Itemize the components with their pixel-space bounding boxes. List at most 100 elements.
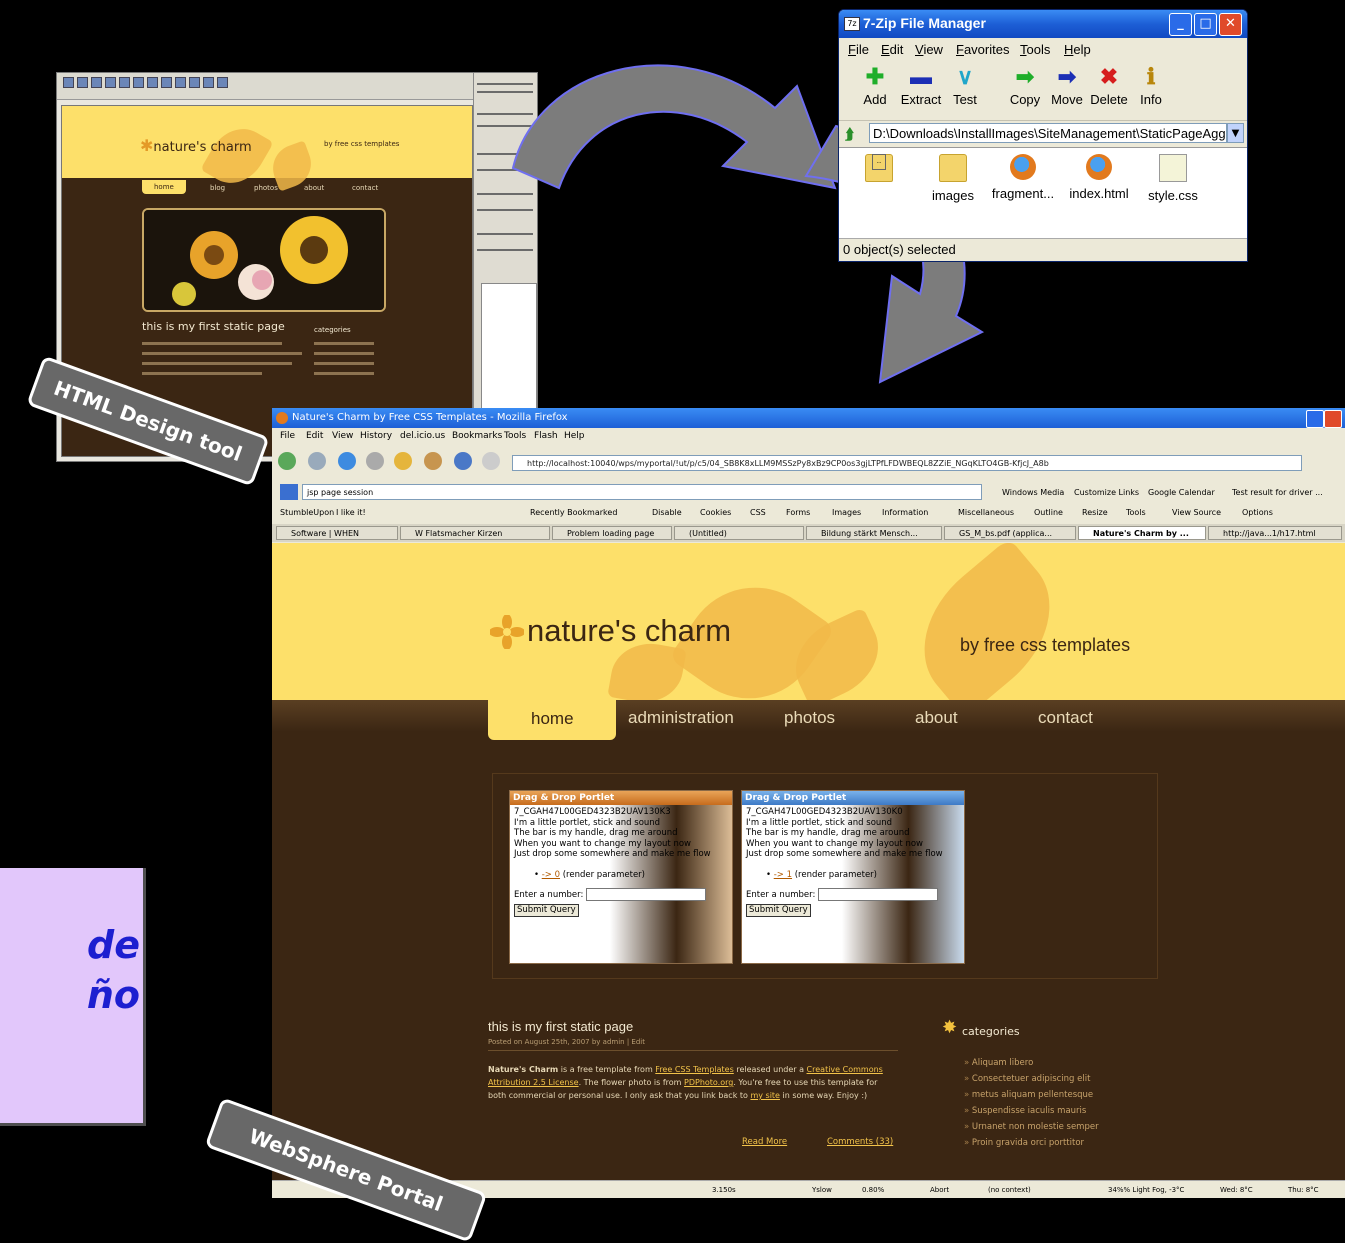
browser-tab[interactable]: Software | WHEN	[276, 526, 398, 540]
toolbar-icon[interactable]	[105, 77, 116, 88]
menu-view[interactable]: View	[915, 42, 943, 57]
sevenzip-titlebar[interactable]: 7z 7-Zip File Manager _ □ ✕	[839, 10, 1247, 38]
forward-icon[interactable]	[308, 452, 326, 470]
toolbar-icon[interactable]	[189, 77, 200, 88]
home-icon[interactable]	[394, 452, 412, 470]
addon-icon[interactable]	[454, 452, 472, 470]
nav-administration[interactable]: administration	[628, 708, 734, 728]
bookmark-link[interactable]: CSS	[750, 508, 766, 517]
up-folder-icon[interactable]: ⮭	[845, 125, 854, 143]
bookmark-link[interactable]: Tools	[1126, 508, 1146, 517]
file-item-fragment[interactable]: fragment...	[985, 154, 1061, 201]
design-nav-home[interactable]: home	[142, 180, 186, 194]
menu-flash[interactable]: Flash	[534, 431, 558, 441]
drag-drop-portlet[interactable]: Drag & Drop Portlet 7_CGAH47L00GED4323B2…	[509, 790, 733, 964]
file-item-images[interactable]: images	[915, 154, 991, 203]
close-button[interactable]	[1324, 410, 1342, 428]
url-input[interactable]: http://localhost:10040/wps/myportal/!ut/…	[512, 455, 1302, 471]
portlet-header[interactable]: Drag & Drop Portlet	[510, 791, 732, 805]
toolbar-icon[interactable]	[77, 77, 88, 88]
menu-favorites[interactable]: Favorites	[956, 42, 1009, 57]
bookmark-link[interactable]: I like it!	[336, 508, 366, 517]
design-nav-photos[interactable]: photos	[254, 184, 278, 192]
design-nav-contact[interactable]: contact	[352, 184, 378, 192]
bookmark-link[interactable]: Windows Media	[1002, 488, 1064, 497]
nav-photos[interactable]: photos	[784, 708, 835, 728]
menu-file[interactable]: File	[280, 431, 295, 441]
google-icon[interactable]	[280, 484, 298, 500]
menu-tools[interactable]: Tools	[504, 431, 526, 441]
drag-drop-portlet[interactable]: Drag & Drop Portlet 7_CGAH47L00GED4323B2…	[741, 790, 965, 964]
bookmark-link[interactable]: Forms	[786, 508, 810, 517]
menu-edit[interactable]: Edit	[881, 42, 903, 57]
menu-file[interactable]: File	[848, 42, 869, 57]
bookmark-link[interactable]: Cookies	[700, 508, 731, 517]
copy-button[interactable]: ➡ Copy	[1001, 62, 1049, 116]
bookmark-link[interactable]: Options	[1242, 508, 1273, 517]
rss-icon[interactable]	[482, 452, 500, 470]
read-more-link[interactable]: Read More	[742, 1137, 787, 1147]
toolbar-icon[interactable]	[147, 77, 158, 88]
toolbar-icon[interactable]	[119, 77, 130, 88]
nav-home[interactable]: home	[531, 709, 574, 729]
bookmark-link[interactable]: Recently Bookmarked	[530, 508, 617, 517]
add-button[interactable]: ✚ Add	[851, 62, 899, 116]
post-link[interactable]: Free CSS Templates	[655, 1065, 733, 1074]
submit-query-button[interactable]: Submit Query	[514, 904, 579, 917]
render-param-link[interactable]: -> 0	[542, 870, 560, 880]
cookie-icon[interactable]	[424, 452, 442, 470]
post-link[interactable]: PDPhoto.org	[684, 1078, 733, 1087]
bookmark-link[interactable]: StumbleUpon	[280, 508, 334, 517]
menu-delicious[interactable]: del.icio.us	[400, 431, 445, 441]
chevron-down-icon[interactable]: ▼	[1227, 123, 1244, 143]
comments-link[interactable]: Comments (33)	[827, 1137, 893, 1147]
close-button[interactable]: ✕	[1219, 13, 1242, 36]
minimize-button[interactable]: _	[1169, 13, 1192, 36]
category-link[interactable]: metus aliquam pellentesque	[964, 1087, 1144, 1103]
menu-edit[interactable]: Edit	[306, 431, 323, 441]
nav-contact[interactable]: contact	[1038, 708, 1093, 728]
design-nav-blog[interactable]: blog	[210, 184, 225, 192]
maximize-button[interactable]: □	[1194, 13, 1217, 36]
submit-query-button[interactable]: Submit Query	[746, 904, 811, 917]
browser-tab[interactable]: GS_M_bs.pdf (applica...	[944, 526, 1076, 540]
portlet-header[interactable]: Drag & Drop Portlet	[742, 791, 964, 805]
menu-help[interactable]: Help	[1064, 42, 1091, 57]
menu-history[interactable]: History	[360, 431, 392, 441]
back-icon[interactable]	[278, 452, 296, 470]
menu-view[interactable]: View	[332, 431, 353, 441]
category-link[interactable]: Aliquam libero	[964, 1055, 1144, 1071]
menu-help[interactable]: Help	[564, 431, 585, 441]
bookmark-link[interactable]: View Source	[1172, 508, 1221, 517]
stop-icon[interactable]	[366, 452, 384, 470]
render-param-link[interactable]: -> 1	[774, 870, 792, 880]
bookmark-link[interactable]: Outline	[1034, 508, 1063, 517]
file-item-parent[interactable]: ..	[841, 154, 917, 182]
number-input[interactable]	[586, 888, 707, 901]
delete-button[interactable]: ✖ Delete	[1085, 62, 1133, 116]
bookmark-link[interactable]: Google Calendar	[1148, 488, 1215, 497]
file-item-index[interactable]: index.html	[1061, 154, 1137, 201]
category-link[interactable]: Consectetuer adipiscing elit	[964, 1071, 1144, 1087]
test-button[interactable]: ∨ Test	[941, 62, 989, 116]
post-link[interactable]: my site	[750, 1091, 780, 1100]
browser-tab-active[interactable]: Nature's Charm by ...	[1078, 526, 1206, 540]
bookmark-link[interactable]: Miscellaneous	[958, 508, 1014, 517]
toolbar-icon[interactable]	[203, 77, 214, 88]
category-link[interactable]: Proin gravida orci porttitor	[964, 1135, 1144, 1151]
toolbar-icon[interactable]	[91, 77, 102, 88]
browser-tab[interactable]: W Flatsmacher Kirzen	[400, 526, 550, 540]
move-button[interactable]: ➡ Move	[1043, 62, 1091, 116]
browser-tab[interactable]: http://java...1/h17.html	[1208, 526, 1342, 540]
bookmark-link[interactable]: Information	[882, 508, 928, 517]
number-input[interactable]	[818, 888, 939, 901]
toolbar-icon[interactable]	[161, 77, 172, 88]
menu-tools[interactable]: Tools	[1020, 42, 1050, 57]
info-button[interactable]: ℹ Info	[1127, 62, 1175, 116]
menu-bookmarks[interactable]: Bookmarks	[452, 431, 502, 441]
browser-tab[interactable]: Bildung stärkt Mensch...	[806, 526, 942, 540]
browser-tab[interactable]: (Untitled)	[674, 526, 804, 540]
minimize-button[interactable]	[1306, 410, 1324, 428]
toolbar-icon[interactable]	[217, 77, 228, 88]
bookmark-link[interactable]: Customize Links	[1074, 488, 1139, 497]
